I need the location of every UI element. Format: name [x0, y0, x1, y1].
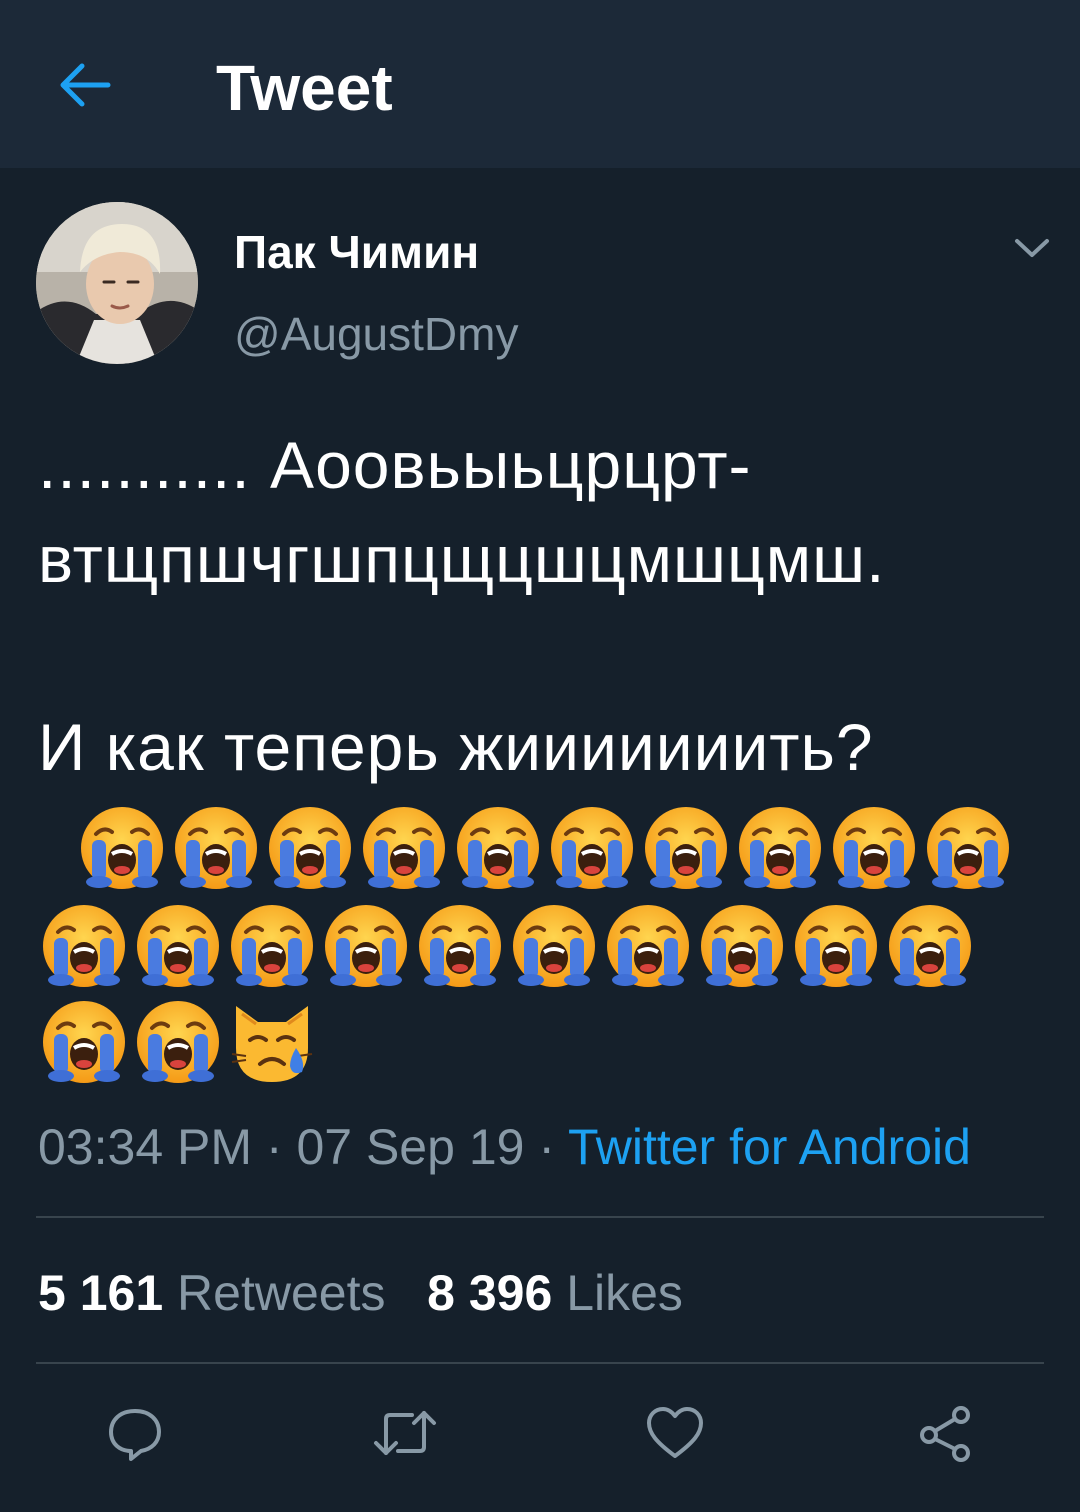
retweets-count: 5 161: [38, 1265, 164, 1321]
crying-face-emoji: [795, 905, 877, 987]
divider: [36, 1362, 1044, 1364]
retweet-button[interactable]: [370, 1398, 440, 1468]
chevron-down-icon: [1015, 239, 1049, 257]
tweet-stats: 5 161 Retweets 8 396 Likes: [38, 1262, 683, 1324]
page-title: Tweet: [216, 52, 393, 124]
crying-face-emoji: [43, 905, 125, 987]
crying-face-emoji: [81, 807, 163, 889]
avatar-image: [36, 202, 198, 364]
crying-face-emoji: [889, 905, 971, 987]
crying-face-emoji: [833, 807, 915, 889]
retweets-label: Retweets: [177, 1265, 386, 1321]
tweet-text-line: И как теперь жииииииить?: [38, 710, 874, 784]
tweet-source-link[interactable]: Twitter for Android: [568, 1119, 971, 1175]
tweet-text: ........... Аоовьыьцрцрт- втщпшчгшпцщцшц…: [38, 418, 1048, 794]
retweet-icon: [374, 1411, 436, 1455]
reply-button[interactable]: [100, 1398, 170, 1468]
crying-cat-emoji: [231, 1006, 313, 1082]
crying-face-emoji: [363, 807, 445, 889]
crying-face-emoji: [457, 807, 539, 889]
heart-icon: [647, 1407, 703, 1458]
crying-face-emoji: [607, 905, 689, 987]
crying-face-emoji: [175, 807, 257, 889]
crying-face-emoji: [701, 905, 783, 987]
crying-face-emoji: [137, 1001, 219, 1083]
crying-face-emoji: [645, 807, 727, 889]
author-handle[interactable]: @AugustDmy: [234, 304, 518, 364]
crying-face-emoji: [927, 807, 1009, 889]
reply-icon: [109, 1409, 161, 1461]
meta-separator: ·: [252, 1119, 297, 1175]
avatar[interactable]: [36, 202, 198, 364]
likes-label: Likes: [566, 1265, 683, 1321]
tweet-date: 07 Sep 19: [296, 1119, 525, 1175]
top-bar: Tweet: [0, 0, 1080, 168]
likes-stat[interactable]: 8 396 Likes: [427, 1265, 683, 1321]
arrow-left-icon: [60, 63, 111, 107]
tweet-meta: 03:34 PM · 07 Sep 19 · Twitter for Andro…: [38, 1116, 971, 1178]
like-button[interactable]: [640, 1398, 710, 1468]
tweet-text-line: втщпшчгшпцщцшцмшцмш.: [38, 522, 886, 596]
retweets-stat[interactable]: 5 161 Retweets: [38, 1265, 385, 1321]
likes-count: 8 396: [427, 1265, 553, 1321]
divider: [36, 1216, 1044, 1218]
emoji-row: [40, 902, 974, 990]
share-button[interactable]: [910, 1398, 980, 1468]
share-icon: [920, 1406, 970, 1462]
crying-face-emoji: [137, 905, 219, 987]
tweet-text-line: [38, 606, 1048, 700]
crying-face-emoji: [739, 807, 821, 889]
crying-face-emoji: [269, 807, 351, 889]
tweet-menu-button[interactable]: [1010, 226, 1054, 270]
emoji-row: [78, 804, 1012, 892]
back-button[interactable]: [50, 50, 120, 120]
meta-separator: ·: [524, 1119, 568, 1175]
crying-face-emoji: [419, 905, 501, 987]
crying-face-emoji: [513, 905, 595, 987]
tweet-text-line: ........... Аоовьыьцрцрт-: [38, 428, 752, 502]
author-display-name[interactable]: Пак Чимин: [234, 222, 479, 282]
crying-face-emoji: [43, 1001, 125, 1083]
crying-face-emoji: [325, 905, 407, 987]
crying-face-emoji: [551, 807, 633, 889]
emoji-row: [40, 998, 316, 1086]
crying-face-emoji: [231, 905, 313, 987]
tweet-time: 03:34 PM: [38, 1119, 253, 1175]
